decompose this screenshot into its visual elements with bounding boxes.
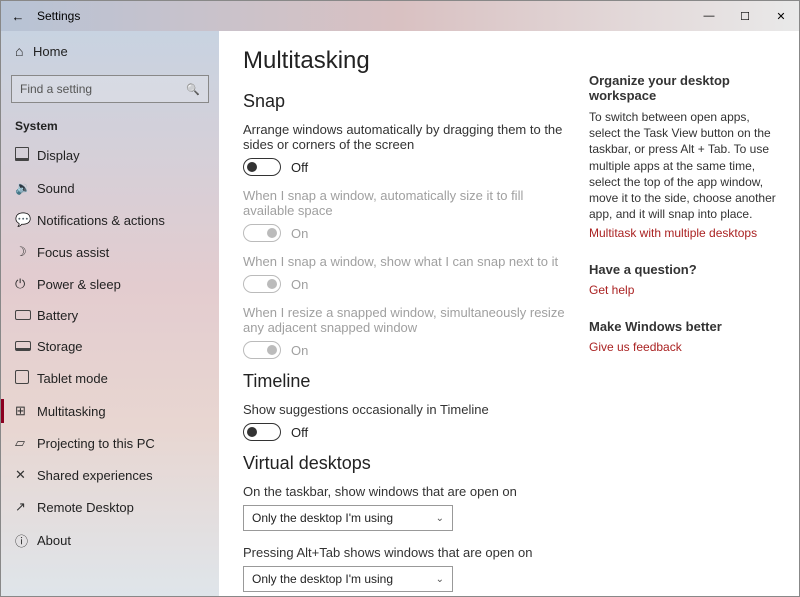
maximize-button[interactable]: ☐ bbox=[727, 10, 763, 23]
sidebar-item-label: About bbox=[37, 533, 71, 548]
sidebar-item-about[interactable]: ⓘAbout bbox=[1, 523, 219, 558]
sidebar-item-label: Display bbox=[37, 148, 80, 163]
sidebar-item-label: Focus assist bbox=[37, 245, 109, 260]
chevron-down-icon: ⌄ bbox=[436, 574, 444, 585]
page-title: Multitasking bbox=[243, 47, 565, 75]
snap-resize-label: When I resize a snapped window, simultan… bbox=[243, 305, 565, 335]
search-icon bbox=[186, 82, 200, 96]
sound-icon: 🔉 bbox=[15, 180, 37, 196]
snap-heading: Snap bbox=[243, 91, 565, 112]
tablet-icon bbox=[15, 370, 37, 387]
aside-gethelp-link[interactable]: Get help bbox=[589, 283, 783, 297]
sidebar-item-label: Multitasking bbox=[37, 404, 106, 419]
snap-fill-state: On bbox=[291, 226, 308, 241]
sidebar-item-label: Power & sleep bbox=[37, 277, 121, 292]
sidebar-item-focus-assist[interactable]: ☽Focus assist bbox=[1, 236, 219, 268]
minimize-button[interactable]: — bbox=[691, 10, 727, 22]
vd-heading: Virtual desktops bbox=[243, 453, 565, 474]
aside: Organize your desktop workspace To switc… bbox=[589, 31, 799, 596]
sidebar-item-label: Storage bbox=[37, 339, 83, 354]
aside-feedback-link[interactable]: Give us feedback bbox=[589, 340, 783, 354]
snap-arrange-toggle[interactable] bbox=[243, 158, 281, 176]
timeline-suggestions-toggle[interactable] bbox=[243, 423, 281, 441]
sidebar-item-battery[interactable]: Battery bbox=[1, 300, 219, 331]
snap-fill-label: When I snap a window, automatically size… bbox=[243, 188, 565, 218]
sidebar-item-power[interactable]: ⏻Power & sleep bbox=[1, 268, 219, 300]
snap-fill-toggle bbox=[243, 224, 281, 242]
sidebar-item-label: Projecting to this PC bbox=[37, 436, 155, 451]
snap-show-label: When I snap a window, show what I can sn… bbox=[243, 254, 565, 269]
sidebar-item-storage[interactable]: Storage bbox=[1, 331, 219, 362]
sidebar-item-multitasking[interactable]: ⊞Multitasking bbox=[1, 395, 219, 427]
snap-arrange-label: Arrange windows automatically by draggin… bbox=[243, 122, 565, 152]
chevron-down-icon: ⌄ bbox=[436, 513, 444, 524]
vd-taskbar-value: Only the desktop I'm using bbox=[252, 511, 393, 525]
snap-arrange-state: Off bbox=[291, 160, 308, 175]
remote-icon: ↗ bbox=[15, 499, 37, 515]
sidebar-item-tablet[interactable]: Tablet mode bbox=[1, 362, 219, 395]
battery-icon bbox=[15, 308, 37, 323]
sidebar-item-label: Shared experiences bbox=[37, 468, 153, 483]
back-button[interactable]: ← bbox=[7, 9, 29, 24]
vd-alttab-value: Only the desktop I'm using bbox=[252, 572, 393, 586]
snap-resize-toggle bbox=[243, 341, 281, 359]
timeline-heading: Timeline bbox=[243, 371, 565, 392]
notifications-icon: 💬 bbox=[15, 212, 37, 228]
sidebar-item-projecting[interactable]: ▱Projecting to this PC bbox=[1, 427, 219, 459]
timeline-suggestions-state: Off bbox=[291, 425, 308, 440]
aside-multitask-link[interactable]: Multitask with multiple desktops bbox=[589, 226, 783, 240]
storage-icon bbox=[15, 339, 37, 354]
home-label: Home bbox=[33, 44, 68, 59]
aside-question-heading: Have a question? bbox=[589, 262, 783, 277]
timeline-suggestions-label: Show suggestions occasionally in Timelin… bbox=[243, 402, 565, 417]
sidebar-item-shared[interactable]: ✕Shared experiences bbox=[1, 459, 219, 491]
vd-alttab-select[interactable]: Only the desktop I'm using ⌄ bbox=[243, 566, 453, 592]
sidebar-item-label: Remote Desktop bbox=[37, 500, 134, 515]
sidebar-item-remote[interactable]: ↗Remote Desktop bbox=[1, 491, 219, 523]
shared-icon: ✕ bbox=[15, 467, 37, 483]
category-heading: System bbox=[1, 113, 219, 139]
titlebar: ← Settings — ☐ ✕ bbox=[1, 1, 799, 31]
snap-resize-state: On bbox=[291, 343, 308, 358]
sidebar-item-label: Battery bbox=[37, 308, 78, 323]
about-icon: ⓘ bbox=[15, 531, 37, 550]
vd-taskbar-select[interactable]: Only the desktop I'm using ⌄ bbox=[243, 505, 453, 531]
sidebar-item-sound[interactable]: 🔉Sound bbox=[1, 172, 219, 204]
sidebar-item-label: Notifications & actions bbox=[37, 213, 165, 228]
power-icon: ⏻ bbox=[15, 276, 37, 292]
vd-alttab-label: Pressing Alt+Tab shows windows that are … bbox=[243, 545, 565, 560]
snap-show-toggle bbox=[243, 275, 281, 293]
content: Multitasking Snap Arrange windows automa… bbox=[219, 31, 589, 596]
aside-organize-text: To switch between open apps, select the … bbox=[589, 109, 783, 222]
search-input[interactable]: Find a setting bbox=[11, 75, 209, 103]
sidebar: Home Find a setting System Display 🔉Soun… bbox=[1, 31, 219, 596]
home-icon bbox=[15, 43, 33, 59]
multitasking-icon: ⊞ bbox=[15, 403, 37, 419]
close-button[interactable]: ✕ bbox=[763, 10, 799, 23]
display-icon bbox=[15, 147, 37, 164]
sidebar-item-label: Sound bbox=[37, 181, 75, 196]
moon-icon: ☽ bbox=[15, 244, 37, 260]
aside-organize-heading: Organize your desktop workspace bbox=[589, 73, 783, 103]
window-title: Settings bbox=[37, 9, 80, 23]
snap-show-state: On bbox=[291, 277, 308, 292]
projecting-icon: ▱ bbox=[15, 435, 37, 451]
sidebar-item-label: Tablet mode bbox=[37, 371, 108, 386]
aside-better-heading: Make Windows better bbox=[589, 319, 783, 334]
search-placeholder: Find a setting bbox=[20, 82, 92, 96]
sidebar-item-notifications[interactable]: 💬Notifications & actions bbox=[1, 204, 219, 236]
sidebar-item-display[interactable]: Display bbox=[1, 139, 219, 172]
home-link[interactable]: Home bbox=[1, 37, 219, 65]
vd-taskbar-label: On the taskbar, show windows that are op… bbox=[243, 484, 565, 499]
